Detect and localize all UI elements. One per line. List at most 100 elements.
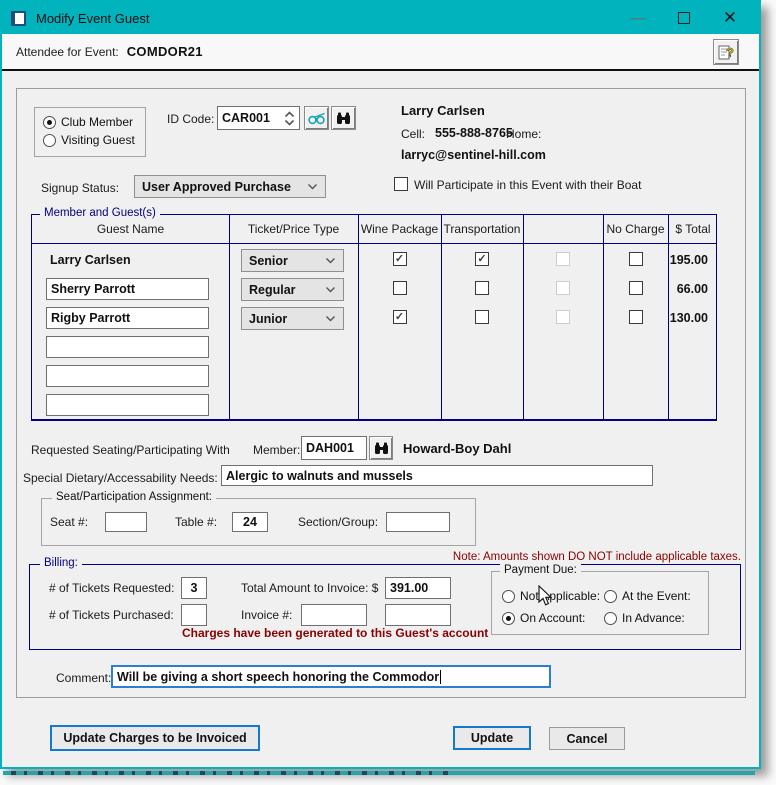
transportation-checkbox[interactable]: [475, 281, 489, 295]
chevron-down-icon: [326, 287, 335, 293]
invoice-input[interactable]: [301, 604, 367, 626]
attendee-label: Attendee for Event:: [16, 44, 119, 59]
assignment-legend: Seat/Participation Assignment:: [52, 491, 216, 503]
background-text-fragment: [11, 771, 451, 775]
tickets-requested-input[interactable]: 3: [181, 577, 207, 599]
member-type-radio-0[interactable]: Club Member: [43, 115, 133, 129]
close-button[interactable]: ✕: [707, 2, 753, 34]
wine-package-checkbox[interactable]: ✓: [392, 310, 407, 324]
column-divider: [358, 215, 359, 419]
guest-name-input[interactable]: Rigby Parrott: [46, 307, 209, 329]
search-seating-button[interactable]: [369, 436, 393, 460]
update-charges-button[interactable]: Update Charges to be Invoiced: [50, 725, 260, 751]
column-divider: [603, 215, 604, 419]
transportation-checkbox[interactable]: ✓: [475, 252, 489, 266]
dietary-input[interactable]: Alergic to walnuts and mussels: [221, 465, 653, 486]
wine-package-checkbox[interactable]: [392, 281, 407, 295]
total-invoice-input[interactable]: 391.00: [385, 577, 451, 599]
guest-name: Larry Carlsen: [401, 103, 485, 118]
window-title: Modify Event Guest: [36, 10, 150, 26]
id-code-spinner[interactable]: [284, 110, 295, 126]
help-icon: ?: [718, 44, 734, 60]
binoculars-icon: [337, 112, 350, 124]
ticket-type-select[interactable]: Junior: [241, 307, 344, 330]
extra-checkbox: [556, 281, 570, 295]
ticket-type-select[interactable]: Senior: [241, 249, 344, 272]
text-caret: [440, 669, 442, 684]
payment-radio-3[interactable]: In Advance:: [604, 611, 685, 625]
tickets-purchased-input[interactable]: [181, 604, 207, 626]
table-row: Larry Carlsen Senior ✓ ✓ 195.00: [32, 246, 716, 275]
minimize-button[interactable]: —: [615, 2, 661, 34]
member-type-radio-1[interactable]: Visiting Guest: [43, 133, 135, 147]
update-button[interactable]: Update: [453, 726, 531, 750]
signup-status-select[interactable]: User Approved Purchase: [134, 175, 326, 198]
browse-button[interactable]: [304, 106, 329, 130]
ticket-type-select[interactable]: Regular: [241, 278, 344, 301]
ticket-type-value: Senior: [249, 253, 288, 268]
guest-email: larryc@sentinel-hill.com: [401, 148, 546, 162]
comment-value: Will be giving a short speech honoring t…: [117, 669, 440, 684]
guest-name-value: Sherry Parrott: [51, 282, 136, 296]
help-button[interactable]: ?: [713, 38, 739, 65]
member-type-label: Visiting Guest: [61, 133, 135, 147]
mouse-cursor: [538, 585, 553, 606]
section-input[interactable]: [386, 512, 450, 532]
guest-name-input[interactable]: Sherry Parrott: [46, 278, 209, 300]
glasses-icon: [307, 112, 325, 124]
member-type-group: Club Member Visiting Guest: [34, 107, 146, 157]
tickets-requested-label: # of Tickets Requested:: [49, 581, 175, 595]
radio-icon: [604, 611, 617, 625]
chevron-down-icon: [326, 316, 335, 322]
dietary-value: Alergic to walnuts and mussels: [226, 468, 413, 483]
boat-checkbox[interactable]: [394, 177, 408, 191]
payment-due-group: Payment Due: Not Applicable: At the Event…: [491, 564, 709, 635]
guest-name-input[interactable]: [46, 336, 209, 358]
column-header-2: Wine Package: [360, 222, 439, 236]
guest-name-value: Rigby Parrott: [51, 311, 131, 325]
id-code-value: CAR001: [222, 111, 270, 125]
extra-checkbox: [556, 310, 570, 324]
seating-member-label: Member:: [253, 443, 301, 457]
search-member-button[interactable]: [331, 106, 356, 130]
ticket-type-value: Junior: [249, 311, 288, 326]
seating-member-code: DAH001: [306, 441, 354, 455]
signup-status-label: Signup Status:: [41, 181, 120, 195]
payment-radio-label: At the Event:: [622, 589, 691, 603]
guest-table: Member and Guest(s) Guest Name Ticket/Pri…: [31, 207, 717, 421]
window-icon: [11, 10, 26, 26]
table-row: [32, 333, 716, 362]
wine-package-checkbox[interactable]: ✓: [392, 252, 407, 266]
cell-number: 555-888-8765: [435, 126, 513, 140]
seat-input[interactable]: [105, 512, 147, 532]
column-header-6: $ Total: [675, 222, 711, 236]
maximize-button[interactable]: [661, 2, 707, 34]
table-row: [32, 391, 716, 420]
chevron-down-icon: [326, 258, 335, 264]
payment-radio-label: In Advance:: [622, 611, 685, 625]
event-code: COMDOR21: [126, 44, 203, 59]
table-row: Rigby Parrott Junior ✓ 130.00: [32, 304, 716, 333]
billing-group: Billing: # of Tickets Requested: 3 Total…: [29, 557, 741, 650]
no-charge-checkbox[interactable]: [628, 310, 643, 324]
guest-name-input[interactable]: [46, 365, 209, 387]
payment-radio-1[interactable]: At the Event:: [604, 589, 691, 603]
id-code-input[interactable]: CAR001: [217, 106, 300, 130]
transportation-checkbox[interactable]: [475, 310, 489, 324]
invoice-input-2[interactable]: [385, 604, 451, 626]
event-header: Attendee for Event: COMDOR21 ?: [2, 34, 759, 71]
seating-member-input[interactable]: DAH001: [301, 436, 367, 460]
title-bar: Modify Event Guest — ✕: [2, 2, 759, 34]
column-divider: [441, 215, 442, 419]
table-input[interactable]: 24: [232, 512, 268, 532]
seating-member-name: Howard-Boy Dahl: [403, 441, 512, 456]
cancel-button[interactable]: Cancel: [549, 727, 625, 750]
payment-radio-2[interactable]: On Account:: [502, 611, 585, 625]
guest-name-input[interactable]: [46, 394, 209, 416]
dietary-label: Special Dietary/Accessability Needs:: [23, 471, 218, 485]
comment-label: Comment:: [56, 671, 112, 685]
comment-input[interactable]: Will be giving a short speech honoring t…: [111, 665, 551, 688]
tickets-requested-value: 3: [190, 581, 198, 595]
no-charge-checkbox[interactable]: [628, 252, 643, 266]
no-charge-checkbox[interactable]: [628, 281, 643, 295]
